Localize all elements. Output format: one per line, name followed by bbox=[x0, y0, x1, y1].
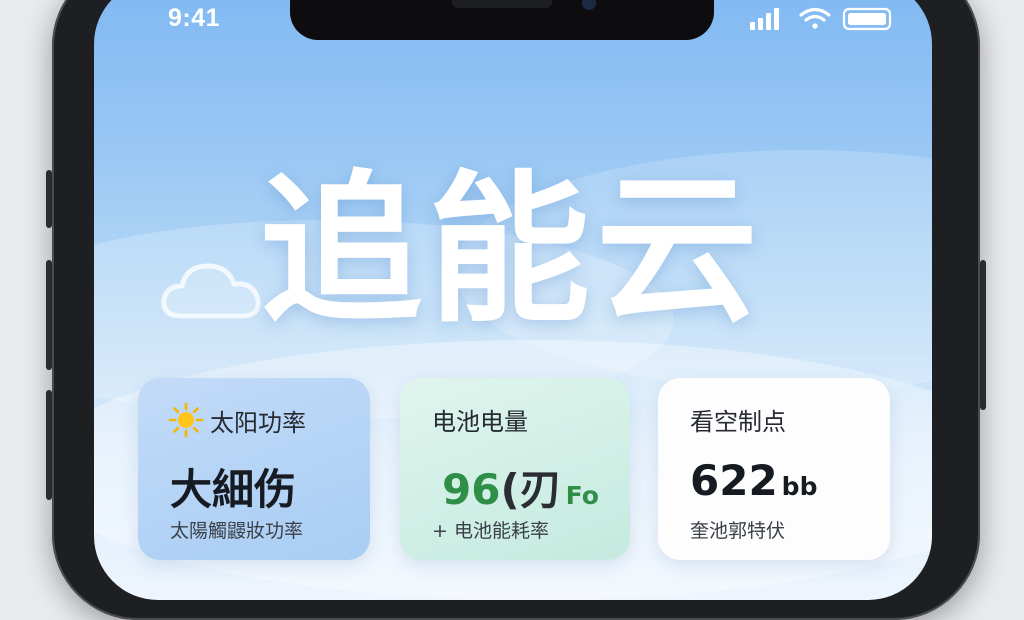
battery-value-unit: Fo bbox=[565, 481, 599, 510]
app-title: 追能云 bbox=[260, 157, 764, 345]
battery-value-number: 96 bbox=[442, 465, 501, 514]
battery-card-subtitle: + 电池能耗率 bbox=[432, 520, 549, 542]
side-button-left-3 bbox=[46, 390, 52, 500]
third-value-unit: bb bbox=[781, 472, 818, 501]
battery-card-label: 电池电量 bbox=[432, 408, 528, 436]
battery-value-paren: (刃 bbox=[500, 465, 562, 514]
third-card-header: 看空制点 bbox=[690, 402, 786, 437]
third-stat-card[interactable]: 看空制点 622 bb 奎池郭特伏 bbox=[658, 378, 890, 560]
signal-icon bbox=[750, 8, 779, 30]
solar-power-card[interactable]: 太阳功率 大細伤 太陽觸鼹妝功率 bbox=[138, 378, 370, 560]
speaker bbox=[452, 0, 552, 8]
solar-card-subtitle: 太陽觸鼹妝功率 bbox=[170, 520, 304, 542]
status-icons bbox=[746, 6, 896, 32]
third-value-number: 622 bbox=[690, 456, 778, 505]
battery-card-value: 96(刃 Fo bbox=[442, 456, 599, 517]
solar-card-header: 太阳功率 bbox=[168, 402, 306, 438]
third-card-label: 看空制点 bbox=[690, 408, 786, 436]
battery-level-card[interactable]: 电池电量 96(刃 Fo + 电池能耗率 bbox=[400, 378, 630, 560]
battery-icon bbox=[842, 7, 892, 31]
solar-card-value: 大細伤 bbox=[170, 465, 297, 514]
solar-card-label: 太阳功率 bbox=[210, 408, 306, 437]
status-time: 9:41 bbox=[168, 4, 221, 32]
third-card-subtitle: 奎池郭特伏 bbox=[690, 520, 786, 542]
battery-card-header: 电池电量 bbox=[432, 402, 528, 437]
wifi-icon bbox=[799, 7, 831, 29]
third-card-value: 622 bb bbox=[690, 456, 817, 505]
sun-icon bbox=[168, 402, 204, 438]
